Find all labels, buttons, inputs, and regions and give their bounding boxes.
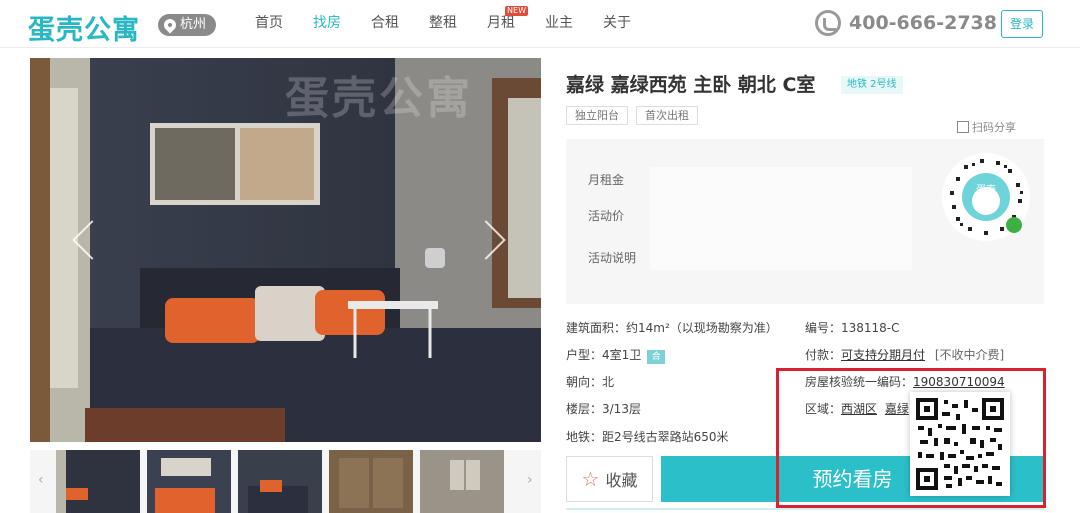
listing-title: 嘉绿 嘉绿西苑 主卧 朝北 C室 <box>566 74 816 96</box>
nav-monthly-label: 月租 <box>487 15 515 31</box>
share-link[interactable]: 扫码分享 <box>957 119 1016 135</box>
listing-code: 编号：138118-C <box>805 321 900 335</box>
city-label: 杭州 <box>180 17 207 32</box>
area-text: 建筑面积：约14m²（以现场勘察为准） <box>566 321 778 335</box>
floor-text: 楼层：3/13层 <box>566 402 641 416</box>
thumb-prev-icon[interactable]: ‹ <box>38 472 44 488</box>
share-label: 扫码分享 <box>972 121 1016 134</box>
thumbnail[interactable] <box>329 450 413 513</box>
star-icon: ☆ <box>581 467 600 491</box>
divider <box>566 508 1044 510</box>
payment-row: 付款：可支持分期月付 [不收中介费] <box>805 346 1004 363</box>
thumbnail[interactable] <box>238 450 322 513</box>
thumbnail-strip: ‹ › <box>30 450 541 513</box>
hotline: 400-666-2738 <box>815 10 997 36</box>
thumb-next-icon[interactable]: › <box>527 472 533 488</box>
logo[interactable]: 蛋壳公寓 <box>28 8 140 47</box>
feature-tag: 独立阳台 <box>566 106 628 125</box>
thumbnail[interactable] <box>147 450 231 513</box>
layout-row: 户型：4室1卫合 <box>566 346 666 364</box>
mini-program-qr-icon[interactable]: 蛋壳 <box>940 151 1032 243</box>
price-panel: 月租金 活动价 活动说明 蛋壳 <box>566 139 1044 304</box>
favorite-button[interactable]: ☆ 收藏 <box>566 456 653 502</box>
thumbnail[interactable] <box>420 450 504 513</box>
nav-home[interactable]: 首页 <box>240 0 298 48</box>
installment-link[interactable]: 可支持分期月付 <box>841 348 925 362</box>
new-badge: NEW <box>505 6 528 16</box>
main-nav: 首页 找房 合租 整租 月租 NEW 业主 关于 <box>240 0 646 48</box>
phone-icon <box>815 10 841 36</box>
feature-tag: 首次出租 <box>636 106 698 125</box>
promo-desc-label: 活动说明 <box>588 251 637 265</box>
layout-text: 户型：4室1卫 <box>566 348 642 362</box>
prev-photo-icon[interactable] <box>70 218 94 262</box>
favorite-label: 收藏 <box>605 471 638 490</box>
shared-badge: 合 <box>647 350 666 364</box>
nav-find-room[interactable]: 找房 <box>298 0 356 48</box>
nav-whole-rent[interactable]: 整租 <box>414 0 472 48</box>
city-selector[interactable]: 杭州 <box>158 14 217 36</box>
svg-text:蛋壳: 蛋壳 <box>976 183 996 196</box>
orientation-text: 朝向：北 <box>566 375 615 389</box>
nav-shared-rent[interactable]: 合租 <box>356 0 414 48</box>
share-icon <box>957 121 969 133</box>
room-photo[interactable]: 蛋壳公寓 <box>30 58 541 442</box>
qr-code-icon <box>916 398 1004 490</box>
payment-label: 付款： <box>805 348 842 362</box>
top-header: 蛋壳公寓 杭州 首页 找房 合租 整租 月租 NEW 业主 关于 400-666… <box>0 0 1080 48</box>
metro-tag: 地铁 2号线 <box>841 76 903 94</box>
price-values-area <box>650 167 912 270</box>
next-photo-icon[interactable] <box>480 218 504 262</box>
hotline-number: 400-666-2738 <box>849 12 997 34</box>
login-button[interactable]: 登录 <box>1001 10 1043 38</box>
thumbnail[interactable] <box>56 450 140 513</box>
feature-tags: 独立阳台 首次出租 <box>566 106 698 125</box>
photo-watermark: 蛋壳公寓 <box>285 73 473 124</box>
metro-text: 地铁：距2号线古翠路站650米 <box>566 430 729 444</box>
verification-qr-popup <box>910 392 1010 496</box>
nav-owner[interactable]: 业主 <box>530 0 588 48</box>
nav-about[interactable]: 关于 <box>588 0 646 48</box>
no-agent-fee-note: [不收中介费] <box>934 348 1005 362</box>
rent-label: 月租金 <box>588 173 625 187</box>
location-pin-icon <box>161 16 179 34</box>
nav-monthly-rent[interactable]: 月租 NEW <box>472 0 530 48</box>
promo-price-label: 活动价 <box>588 209 625 223</box>
